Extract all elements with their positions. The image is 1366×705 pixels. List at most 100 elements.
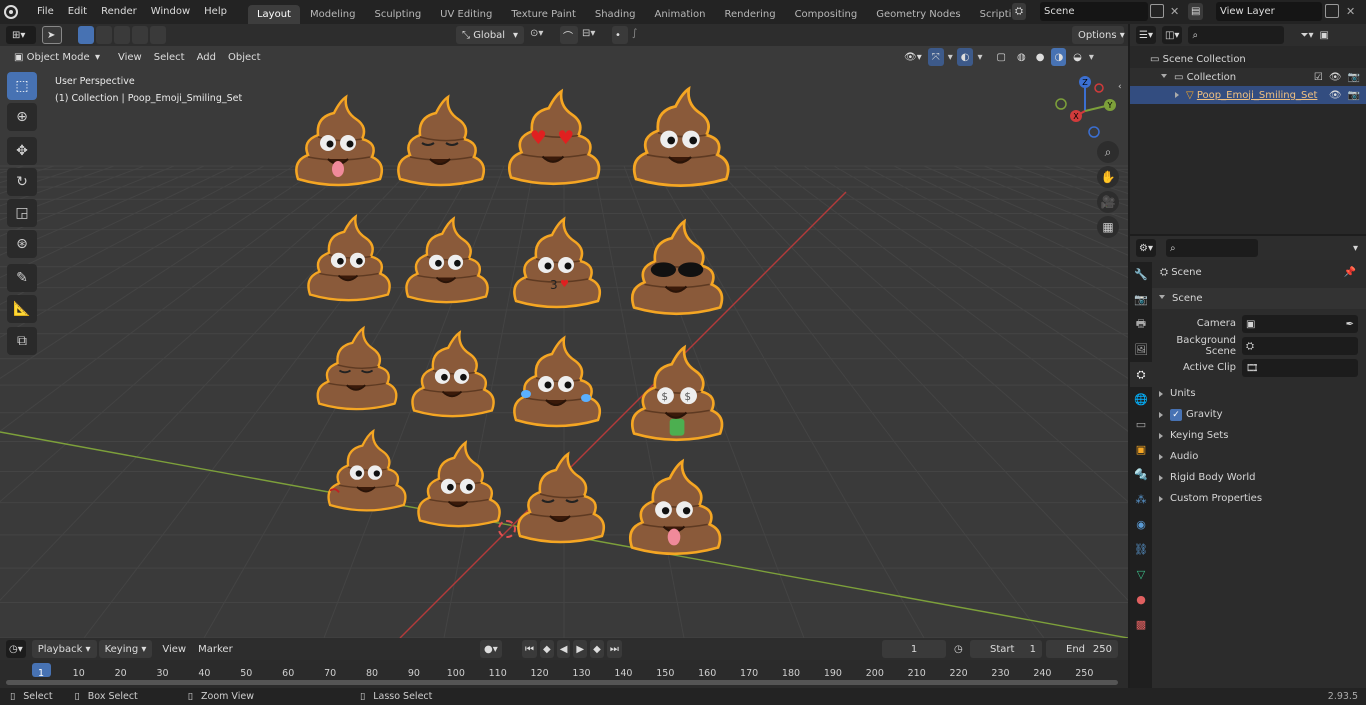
display-mode-icon[interactable]: ◫▾	[1161, 26, 1183, 44]
pivot-icon[interactable]: ⊙▾	[530, 28, 543, 39]
world-tab-icon[interactable]: 🌐	[1130, 387, 1152, 412]
tab-texture-paint[interactable]: Texture Paint	[502, 5, 585, 24]
add-cube-tool-icon[interactable]: ⧉	[7, 327, 37, 355]
menu-edit[interactable]: Edit	[61, 1, 94, 23]
view-layer-browse-button[interactable]: ▤	[1188, 3, 1204, 20]
rigid-body-world-panel[interactable]: Rigid Body World	[1152, 467, 1366, 488]
keying-sets-panel[interactable]: Keying Sets	[1152, 425, 1366, 446]
properties-search-input[interactable]: ⌕	[1165, 239, 1258, 257]
outliner-row-object[interactable]: ▽ Poop_Emoji_Smiling_Set 👁 📷	[1130, 86, 1366, 104]
physics-tab-icon[interactable]: ◉	[1130, 512, 1152, 537]
navigation-gizmo[interactable]: Z Y X	[1050, 74, 1120, 144]
mode-extend-icon[interactable]	[96, 26, 112, 44]
gravity-panel[interactable]: ✓ Gravity	[1152, 404, 1366, 425]
emoji-heart-eyes[interactable]: ♥ ♥	[507, 90, 601, 186]
camera-field[interactable]: ▣ ✒	[1242, 315, 1358, 333]
tab-sculpting[interactable]: Sculpting	[365, 5, 430, 24]
gravity-checkbox[interactable]: ✓	[1170, 408, 1182, 421]
tab-uv-editing[interactable]: UV Editing	[431, 5, 501, 24]
tab-layout[interactable]: Layout	[247, 5, 300, 24]
scale-tool-icon[interactable]: ◲	[7, 199, 37, 227]
select-tool-icon[interactable]: ➤	[42, 26, 62, 44]
eye-icon[interactable]: 👁	[1329, 72, 1342, 83]
checkbox-icon[interactable]: ☑	[1314, 72, 1323, 83]
collection-tab-icon[interactable]: ▭	[1130, 412, 1152, 437]
cursor-tool-icon[interactable]: ⊕	[7, 103, 37, 131]
particles-tab-icon[interactable]: ⁂	[1130, 487, 1152, 512]
view-layer-tab-icon[interactable]: 🖼	[1130, 337, 1152, 362]
measure-tool-icon[interactable]: 📐	[7, 295, 37, 323]
mode-invert-icon[interactable]	[132, 26, 148, 44]
rotate-tool-icon[interactable]: ↻	[7, 168, 37, 196]
emoji-objects[interactable]: ♥ ♥3 ♥$ $	[0, 46, 1128, 638]
pin-icon[interactable]: 📌	[1344, 267, 1356, 278]
menu-file[interactable]: File	[30, 1, 61, 23]
select-box-tool-icon[interactable]: ⬚	[7, 72, 37, 100]
move-tool-icon[interactable]: ✥	[7, 137, 37, 165]
eyedropper-icon[interactable]: ✒	[1346, 319, 1354, 330]
transform-tool-icon[interactable]: ⊛	[7, 230, 37, 258]
object-tab-icon[interactable]: ▣	[1130, 437, 1152, 462]
menu-window[interactable]: Window	[144, 1, 197, 23]
pan-hand-icon[interactable]: ✋	[1097, 166, 1119, 188]
close-view-layer-icon[interactable]: ✕	[1346, 5, 1355, 18]
tab-compositing[interactable]: Compositing	[786, 5, 867, 24]
emoji-sunglasses[interactable]	[630, 220, 724, 316]
emoji-neutral[interactable]	[405, 217, 489, 304]
filter-icon[interactable]: ⏷▾	[1300, 30, 1313, 41]
snap-target-icon[interactable]: ⊟▾	[582, 28, 595, 39]
camera-view-icon[interactable]: 🎥	[1097, 191, 1119, 213]
menu-help[interactable]: Help	[197, 1, 234, 23]
mode-set-icon[interactable]	[78, 26, 94, 44]
scene-tab-icon[interactable]: ⛭	[1130, 362, 1152, 387]
timeline-scrollbar[interactable]	[6, 680, 1118, 685]
annotate-tool-icon[interactable]: ✎	[7, 264, 37, 292]
emoji-kissing-heart[interactable]: 3 ♥	[513, 217, 602, 309]
emoji-surprised[interactable]	[307, 215, 391, 302]
chevron-down-icon[interactable]: ▾	[1353, 243, 1358, 254]
outliner-row-collection[interactable]: ▭ Collection ☑ 👁 📷	[1130, 68, 1366, 86]
expand-icon[interactable]	[1161, 73, 1167, 81]
constraints-tab-icon[interactable]: ⛓	[1130, 537, 1152, 562]
texture-tab-icon[interactable]: ▩	[1130, 612, 1152, 637]
units-panel[interactable]: Units	[1152, 383, 1366, 404]
audio-panel[interactable]: Audio	[1152, 446, 1366, 467]
falloff-icon[interactable]: ∫	[632, 28, 637, 39]
tab-shading[interactable]: Shading	[586, 5, 645, 24]
background-scene-field[interactable]: ⛭	[1242, 337, 1358, 355]
menu-render[interactable]: Render	[94, 1, 144, 23]
emoji-worried[interactable]	[632, 87, 730, 187]
properties-editor-type-icon[interactable]: ⚙▾	[1136, 239, 1156, 257]
emoji-angry-tongue[interactable]	[628, 460, 722, 556]
emoji-pensive[interactable]	[316, 327, 398, 411]
tab-animation[interactable]: Animation	[646, 5, 715, 24]
blender-logo-icon[interactable]	[4, 5, 18, 19]
eye-icon[interactable]: 👁	[1329, 90, 1342, 101]
perspective-toggle-icon[interactable]: ▦	[1097, 216, 1119, 238]
mode-subtract-icon[interactable]	[114, 26, 130, 44]
material-tab-icon[interactable]: ●	[1130, 587, 1152, 612]
tab-geometry-nodes[interactable]: Geometry Nodes	[867, 5, 969, 24]
camera-icon[interactable]: 📷	[1348, 72, 1360, 83]
close-scene-icon[interactable]: ✕	[1170, 5, 1179, 18]
proportional-edit-icon[interactable]: •	[612, 26, 628, 44]
camera-icon[interactable]: 📷	[1348, 90, 1360, 101]
emoji-tears-of-joy[interactable]	[513, 336, 602, 428]
expand-icon[interactable]	[1175, 92, 1179, 98]
copy-view-layer-icon[interactable]	[1325, 4, 1339, 21]
options-button[interactable]: Options ▾	[1072, 26, 1125, 44]
custom-properties-panel[interactable]: Custom Properties	[1152, 488, 1366, 509]
3d-viewport[interactable]: ▣ Object Mode ▾ View Select Add Object 👁▾…	[0, 46, 1128, 638]
snap-icon[interactable]: ⌒	[560, 26, 578, 44]
outliner-search-input[interactable]: ⌕	[1188, 26, 1285, 44]
scene-browse-button[interactable]: ⛭	[1012, 3, 1026, 20]
transform-orientation-dropdown[interactable]: ⤡ Global ▾	[456, 26, 524, 44]
emoji-kissing[interactable]	[517, 452, 606, 544]
emoji-angry-frown[interactable]	[411, 331, 495, 418]
render-tab-icon[interactable]: 📷	[1130, 287, 1152, 312]
modifier-tab-icon[interactable]: 🔩	[1130, 462, 1152, 487]
emoji-tongue-out[interactable]	[295, 95, 384, 187]
mode-intersect-icon[interactable]	[150, 26, 166, 44]
outliner-row-scene-collection[interactable]: ▭ Scene Collection	[1130, 50, 1366, 68]
active-clip-field[interactable]: 🎞	[1242, 359, 1358, 377]
